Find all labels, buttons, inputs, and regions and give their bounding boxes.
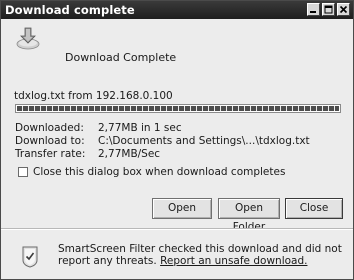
download-to-value: C:\Documents and Settings\...\tdxlog.txt [98,135,310,147]
smartscreen-icon [20,246,40,268]
downloaded-value: 2,77MB in 1 sec [98,122,182,134]
open-button[interactable]: Open [152,198,212,219]
separator [1,228,353,230]
window-title: Download complete [5,3,135,17]
close-when-done-label[interactable]: Close this dialog box when download comp… [33,166,285,178]
download-complete-dialog: Download complete Download Complete tdxl… [0,0,354,280]
close-icon [339,5,348,14]
header-label: Download Complete [65,51,177,64]
progress-fill [17,106,339,111]
open-folder-button[interactable]: Open Folder [218,198,280,233]
transfer-rate-label: Transfer rate: [15,148,86,160]
close-when-done-checkbox[interactable] [18,167,28,177]
close-button[interactable]: Close [285,198,343,219]
downloaded-label: Downloaded: [15,122,84,134]
close-window-button[interactable] [337,3,350,16]
smartscreen-message: SmartScreen Filter checked this download… [58,243,348,267]
download-complete-icon [15,25,43,53]
minimize-button[interactable] [307,3,320,16]
title-bar[interactable]: Download complete [1,1,353,19]
maximize-button[interactable] [322,3,335,16]
minimize-icon [310,11,316,13]
report-unsafe-download-link[interactable]: Report an unsafe download. [160,255,307,267]
maximize-icon [324,5,333,14]
transfer-rate-value: 2,77MB/Sec [98,148,161,160]
title-buttons [307,3,350,16]
download-source: tdxlog.txt from 192.168.0.100 [14,90,173,102]
download-to-label: Download to: [15,135,85,147]
progress-bar [15,104,341,113]
